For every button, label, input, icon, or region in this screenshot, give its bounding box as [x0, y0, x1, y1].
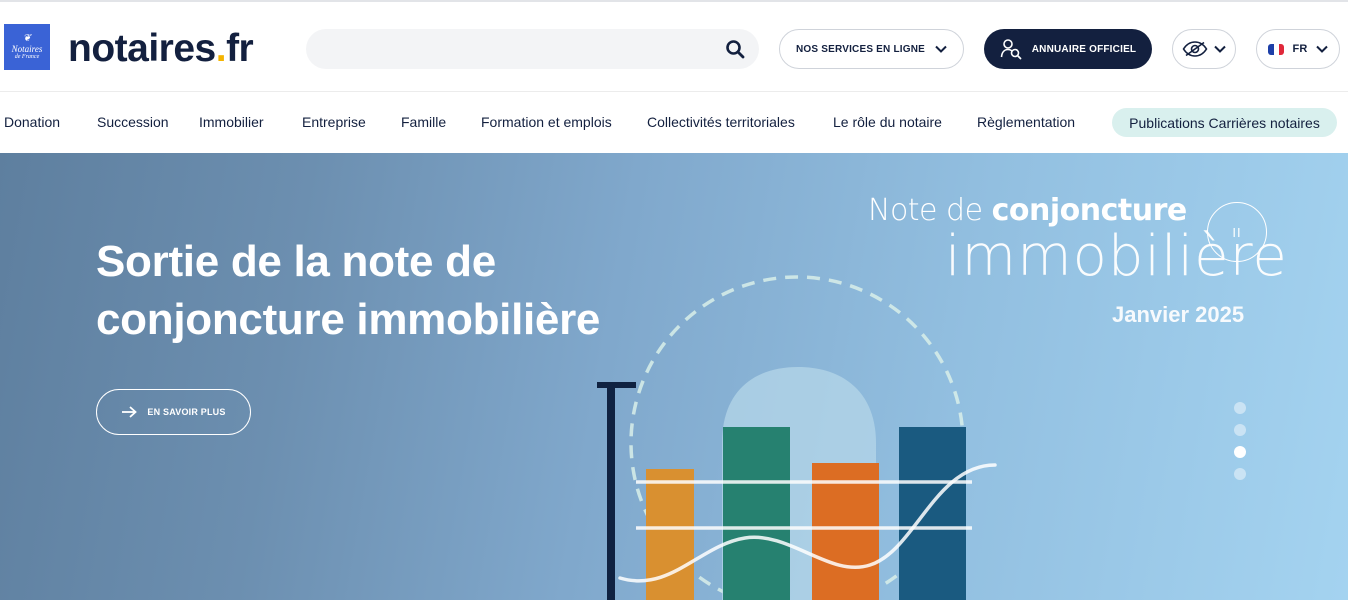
illustration-bar-2 [723, 427, 790, 600]
wordmark-part2: fr [226, 27, 254, 70]
chevron-down-icon [1315, 45, 1328, 53]
main-navigation: Donation Succession Immobilier Entrepris… [0, 92, 1348, 153]
notaires-de-france-logo[interactable]: ❦ Notaires de France [4, 24, 50, 70]
chevron-down-icon [1214, 45, 1226, 53]
carousel-dot-4[interactable] [1234, 468, 1246, 480]
nav-item-succession[interactable]: Succession [97, 113, 169, 131]
hero-carousel: Sortie de la note de conjoncture immobil… [0, 153, 1348, 600]
carousel-pause-button[interactable]: II [1207, 202, 1267, 262]
language-label: FR [1292, 43, 1308, 55]
site-wordmark[interactable]: notaires.fr [68, 26, 254, 72]
carousel-dot-1[interactable] [1234, 402, 1246, 414]
french-flag-icon [1268, 43, 1285, 55]
carousel-pagination [1234, 402, 1248, 490]
search-input[interactable] [322, 29, 712, 69]
search-bar [306, 29, 759, 69]
nav-item-formation-et-emplois[interactable]: Formation et emplois [481, 113, 612, 131]
nav-item-collectivites-territoriales[interactable]: Collectivités territoriales [647, 113, 795, 131]
chevron-down-icon [935, 45, 947, 53]
arrow-right-icon [122, 406, 138, 418]
nav-item-famille[interactable]: Famille [401, 113, 446, 131]
annuaire-officiel-label: ANNUAIRE OFFICIEL [1031, 43, 1137, 55]
carousel-dot-3[interactable] [1234, 446, 1246, 458]
illustration-bar-4 [899, 427, 966, 600]
person-search-icon [1000, 39, 1022, 60]
nav-item-reglementation[interactable]: Règlementation [977, 113, 1075, 131]
wordmark-part1: notaires [68, 27, 216, 70]
artwork-date: Janvier 2025 [1112, 302, 1245, 327]
illustration-axis-post [607, 386, 615, 600]
language-selector[interactable]: FR [1256, 29, 1340, 69]
illustration-axis-cap [597, 382, 636, 388]
site-header: ❦ Notaires de France notaires.fr NOS SER… [0, 0, 1348, 92]
nav-item-entreprise[interactable]: Entreprise [302, 113, 366, 131]
en-savoir-plus-button[interactable]: EN SAVOIR PLUS [96, 389, 251, 435]
online-services-label: NOS SERVICES EN LIGNE [795, 43, 926, 55]
hero-title: Sortie de la note de conjoncture immobil… [96, 237, 601, 344]
wordmark-dot: . [215, 27, 227, 70]
search-button[interactable] [723, 38, 747, 60]
nav-item-publications-carrieres[interactable]: Publications Carrières notaires [1112, 108, 1337, 137]
online-services-dropdown[interactable]: NOS SERVICES EN LIGNE [779, 29, 964, 69]
search-icon [726, 40, 745, 59]
eye-icon [1182, 41, 1208, 57]
nav-item-immobilier[interactable]: Immobilier [199, 113, 264, 131]
logo-emblem-icon: ❦ [22, 32, 32, 44]
logo-badge-line2: de France [14, 53, 40, 60]
carousel-dot-2[interactable] [1234, 424, 1246, 436]
annuaire-officiel-button[interactable]: ANNUAIRE OFFICIEL [984, 29, 1152, 69]
nav-item-donation[interactable]: Donation [4, 113, 60, 131]
en-savoir-plus-label: EN SAVOIR PLUS [147, 407, 226, 417]
nav-item-role-du-notaire[interactable]: Le rôle du notaire [833, 113, 942, 131]
logo-badge-line1: Notaires [11, 43, 43, 54]
pause-icon: II [1232, 224, 1242, 240]
accessibility-dropdown[interactable] [1172, 29, 1236, 69]
